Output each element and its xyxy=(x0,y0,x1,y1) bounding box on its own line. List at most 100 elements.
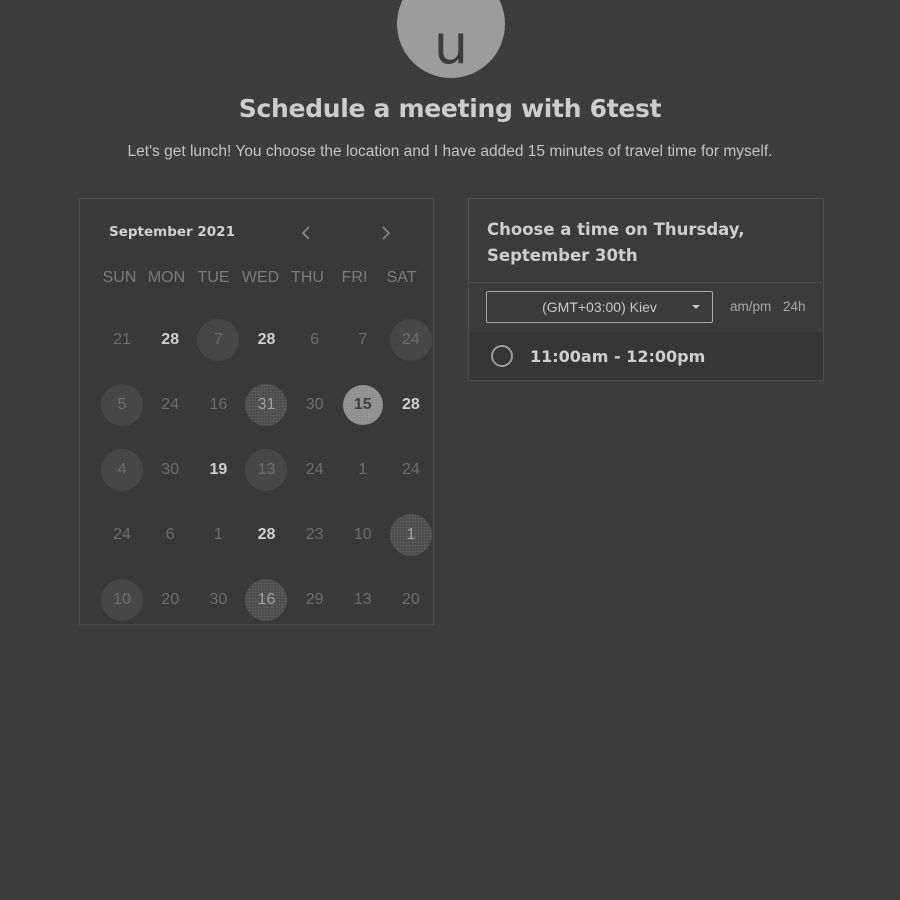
calendar-day[interactable]: 24 xyxy=(291,448,339,492)
calendar-day-label: 10 xyxy=(353,525,372,543)
calendar-day-label: 20 xyxy=(161,590,180,608)
calendar-day[interactable]: 24 xyxy=(146,383,194,427)
calendar-day-label: 7 xyxy=(197,318,240,361)
calendar-day[interactable]: 31 xyxy=(242,383,290,427)
time-panel-title: Choose a time on Thursday, September 30t… xyxy=(487,220,745,265)
calendar-day[interactable]: 24 xyxy=(387,318,435,362)
timezone-select[interactable]: (GMT+03:00) Kiev xyxy=(486,291,713,323)
calendar-day-label: 1 xyxy=(213,525,223,543)
weekday-label: MON xyxy=(147,269,186,286)
calendar-day[interactable]: 13 xyxy=(339,578,387,622)
calendar-day[interactable]: 28 xyxy=(242,318,290,362)
calendar-day-label: 19 xyxy=(209,460,228,478)
format-ampm-toggle[interactable]: am/pm xyxy=(730,299,771,314)
calendar-day[interactable]: 1 xyxy=(194,513,242,557)
divider xyxy=(469,282,823,283)
calendar-month-label: September 2021 xyxy=(109,224,235,240)
calendar-day-label: 16 xyxy=(209,395,228,413)
weekday-header: SUN MON TUE WED THU FRI SAT xyxy=(80,269,435,287)
next-month-button[interactable] xyxy=(374,221,398,245)
weekday-label: SAT xyxy=(386,269,417,286)
calendar-day[interactable]: 16 xyxy=(194,383,242,427)
time-slot-label: 11:00am - 12:00pm xyxy=(530,346,706,366)
calendar-day[interactable]: 15 xyxy=(339,383,387,427)
chevron-right-icon xyxy=(382,226,391,240)
calendar-day-label: 21 xyxy=(113,330,131,348)
time-panel: Choose a time on Thursday, September 30t… xyxy=(468,198,824,381)
calendar-day[interactable]: 20 xyxy=(146,578,194,622)
calendar-day[interactable]: 30 xyxy=(194,578,242,622)
calendar-day-label: 20 xyxy=(402,590,420,608)
format-24h-toggle[interactable]: 24h xyxy=(783,299,806,314)
calendar-day-label: 5 xyxy=(101,383,144,426)
calendar-day[interactable]: 7 xyxy=(194,318,242,362)
avatar: u xyxy=(397,0,505,78)
caret-down-icon xyxy=(692,305,700,309)
calendar-day-label: 30 xyxy=(305,395,324,413)
calendar-day-label: 1 xyxy=(389,513,432,556)
calendar-day[interactable]: 23 xyxy=(291,513,339,557)
calendar-day-label: 24 xyxy=(161,395,180,413)
time-slot[interactable]: 11:00am - 12:00pm xyxy=(469,332,823,380)
calendar-day[interactable]: 28 xyxy=(387,383,435,427)
calendar-day[interactable]: 7 xyxy=(339,318,387,362)
calendar-week-row: 5 24 16 31 30 15 28 xyxy=(98,372,435,437)
calendar-day[interactable]: 30 xyxy=(291,383,339,427)
calendar-day-label: 4 xyxy=(101,448,144,491)
calendar: September 2021 SUN MON TUE WED THU FRI S… xyxy=(79,198,434,625)
calendar-day[interactable]: 30 xyxy=(146,448,194,492)
calendar-day[interactable]: 1 xyxy=(387,513,435,557)
calendar-day[interactable]: 10 xyxy=(339,513,387,557)
calendar-day[interactable]: 29 xyxy=(291,578,339,622)
weekday-label: THU xyxy=(291,269,324,286)
calendar-day[interactable]: 10 xyxy=(98,578,146,622)
timezone-value: (GMT+03:00) Kiev xyxy=(542,299,657,315)
calendar-day-label: 1 xyxy=(358,460,368,478)
calendar-day-label: 13 xyxy=(353,590,372,608)
calendar-day-label: 13 xyxy=(245,448,288,491)
calendar-day-label: 23 xyxy=(305,525,324,543)
calendar-week-row: 10 20 30 16 29 13 20 xyxy=(98,567,435,632)
calendar-day[interactable]: 24 xyxy=(387,448,435,492)
calendar-day[interactable]: 4 xyxy=(98,448,146,492)
chevron-left-icon xyxy=(301,226,310,240)
calendar-day-label: 28 xyxy=(402,395,420,413)
calendar-day[interactable]: 20 xyxy=(387,578,435,622)
calendar-day[interactable]: 5 xyxy=(98,383,146,427)
calendar-day-label: 15 xyxy=(342,384,383,425)
calendar-day[interactable]: 6 xyxy=(291,318,339,362)
calendar-day-label: 28 xyxy=(257,330,276,348)
calendar-day-label: 24 xyxy=(113,525,131,543)
calendar-day-label: 24 xyxy=(305,460,324,478)
calendar-day-label: 29 xyxy=(305,590,324,608)
calendar-day-label: 16 xyxy=(245,578,288,621)
weekday-label: SUN xyxy=(102,269,137,286)
calendar-day-label: 31 xyxy=(245,383,288,426)
calendar-day-label: 24 xyxy=(402,460,420,478)
calendar-week-row: 21 28 7 28 6 7 24 xyxy=(98,307,435,372)
radio-button[interactable] xyxy=(491,345,513,367)
calendar-day[interactable]: 1 xyxy=(339,448,387,492)
calendar-day[interactable]: 13 xyxy=(242,448,290,492)
weekday-label: TUE xyxy=(197,269,230,286)
page-title: Schedule a meeting with 6test xyxy=(238,94,662,123)
calendar-day[interactable]: 28 xyxy=(242,513,290,557)
calendar-day-label: 10 xyxy=(101,578,144,621)
calendar-day-label: 7 xyxy=(358,330,368,348)
weekday-label: WED xyxy=(241,269,280,286)
calendar-day[interactable]: 19 xyxy=(194,448,242,492)
weekday-label: FRI xyxy=(341,269,368,286)
prev-month-button[interactable] xyxy=(294,221,318,245)
calendar-day[interactable]: 24 xyxy=(98,513,146,557)
calendar-day-label: 24 xyxy=(389,318,432,361)
calendar-day-label: 30 xyxy=(209,590,228,608)
calendar-day[interactable]: 28 xyxy=(146,318,194,362)
calendar-day-label: 6 xyxy=(165,525,175,543)
calendar-day-label: 30 xyxy=(161,460,180,478)
calendar-day[interactable]: 21 xyxy=(98,318,146,362)
avatar-initial: u xyxy=(433,12,469,76)
calendar-day-label: 28 xyxy=(257,525,276,543)
calendar-day[interactable]: 6 xyxy=(146,513,194,557)
calendar-week-row: 4 30 19 13 24 1 24 xyxy=(98,437,435,502)
calendar-day[interactable]: 16 xyxy=(242,578,290,622)
